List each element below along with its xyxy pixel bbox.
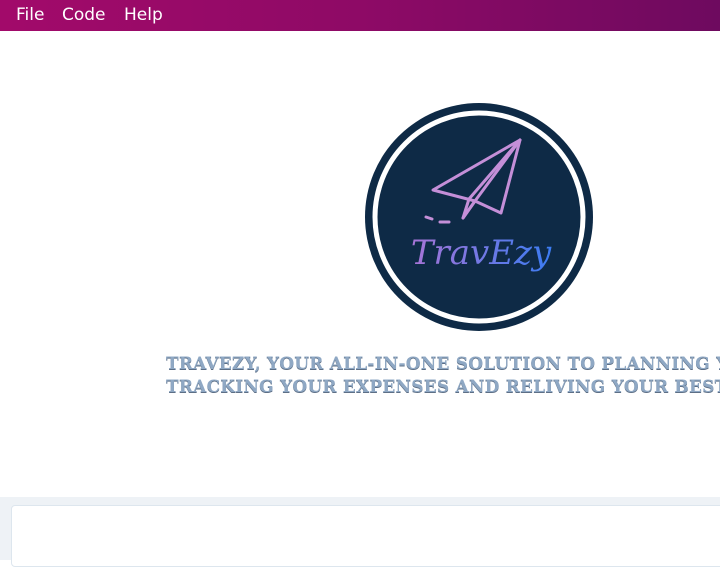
menu-help[interactable]: Help <box>124 0 163 31</box>
content-panel <box>11 505 720 567</box>
menu-file[interactable]: File <box>16 0 44 31</box>
tagline-line-2: tracking your expenses and reliving your… <box>166 377 720 397</box>
lower-area <box>0 497 720 567</box>
hero-section: TravEzy TravEzy, your all-in-one solutio… <box>0 31 720 497</box>
menu-code[interactable]: Code <box>62 0 106 31</box>
menu-bar: File Code Help <box>0 0 720 31</box>
travezy-logo: TravEzy <box>365 103 593 331</box>
logo-outer-circle <box>365 103 593 331</box>
tagline-line-1: TravEzy, your all-in-one solution to pla… <box>166 354 720 374</box>
tagline: TravEzy, your all-in-one solution to pla… <box>166 353 720 399</box>
logo-text: TravEzy <box>411 233 552 273</box>
